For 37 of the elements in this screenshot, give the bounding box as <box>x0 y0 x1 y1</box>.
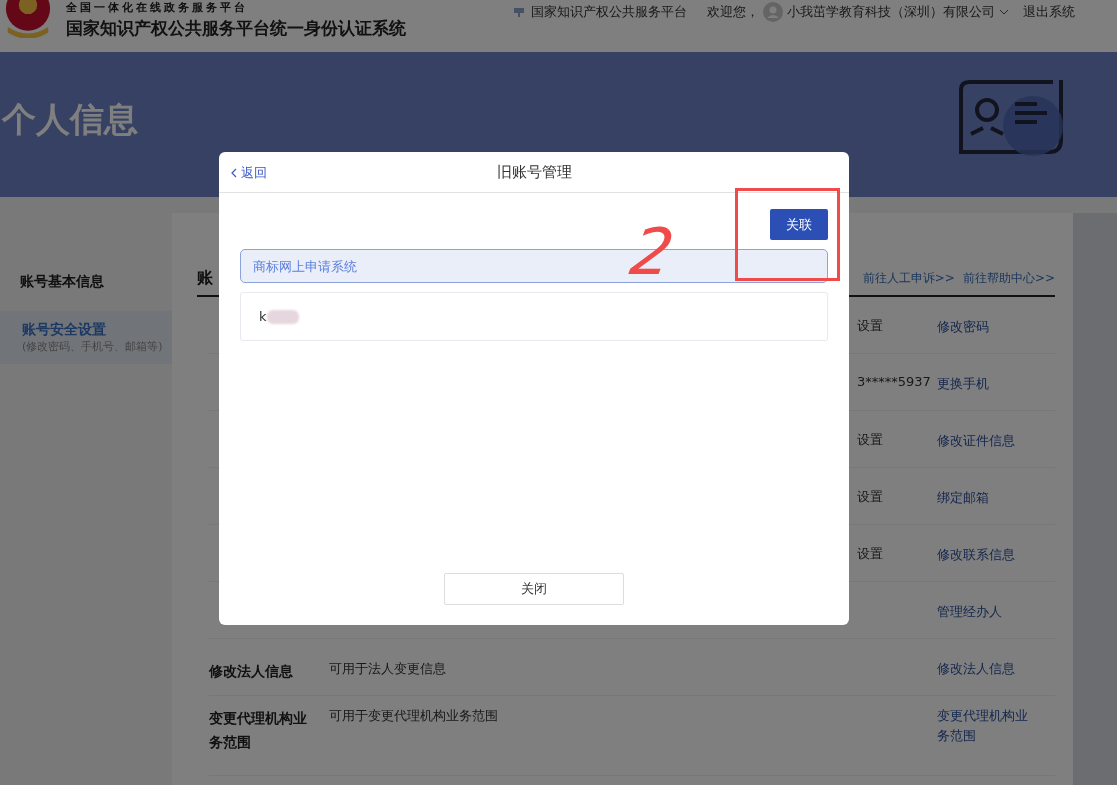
close-button[interactable]: 关闭 <box>444 573 624 605</box>
sidebar-item[interactable]: 账号基本信息 <box>0 265 172 299</box>
setting-action-link[interactable]: 修改法人信息 <box>937 659 1015 679</box>
redaction-blur <box>266 309 299 324</box>
setting-action-link[interactable]: 更换手机 <box>937 374 989 394</box>
setting-action-link[interactable]: 修改密码 <box>937 317 989 337</box>
setting-action-link[interactable]: 绑定邮箱 <box>937 488 989 508</box>
user-menu[interactable]: 小我茁学教育科技（深圳）有限公司 <box>787 3 1023 21</box>
setting-status: 设置 <box>857 432 883 447</box>
setting-description: 可用于变更代理机构业务范围 <box>329 708 498 723</box>
system-title: 国家知识产权公共服务平台统一身份认证系统 <box>66 17 406 40</box>
setting-name: 变更代理机构业务范围 <box>209 710 307 750</box>
page-title: 个人信息 <box>2 97 138 141</box>
setting-description: 可用于法人变更信息 <box>329 661 446 676</box>
setting-status: 3*****5937 <box>857 374 931 389</box>
setting-action-link[interactable]: 管理经办人 <box>937 602 1002 622</box>
setting-action-link[interactable]: 修改联系信息 <box>937 545 1015 565</box>
platform-link[interactable]: 国家知识产权公共服务平台 <box>531 3 687 21</box>
platform-icon <box>513 6 525 18</box>
link-button[interactable]: 关联 <box>770 209 828 240</box>
setting-status: 设置 <box>857 318 883 333</box>
setting-status: 设置 <box>857 546 883 561</box>
setting-action-link[interactable]: 修改证件信息 <box>937 431 1015 451</box>
account-item[interactable]: k <box>240 292 828 341</box>
dialog-title: 旧账号管理 <box>496 162 572 182</box>
setting-name: 修改法人信息 <box>209 663 293 679</box>
help-link[interactable]: 前往帮助中心>> <box>962 269 1055 287</box>
logout-link[interactable]: 退出系统 <box>1023 3 1075 21</box>
help-link[interactable]: 前往人工申诉>> <box>862 269 955 287</box>
back-link[interactable]: 返回 <box>231 164 267 182</box>
welcome-text: 欢迎您， <box>707 3 759 21</box>
chevron-left-icon <box>231 168 237 178</box>
portal-name: 全国一体化在线政务服务平台 <box>66 1 249 14</box>
setting-action-link[interactable]: 变更代理机构业务范围 <box>937 706 1037 746</box>
setting-status: 设置 <box>857 489 883 504</box>
section-tab[interactable]: 账 <box>197 267 213 289</box>
caret-icon <box>999 9 1009 15</box>
